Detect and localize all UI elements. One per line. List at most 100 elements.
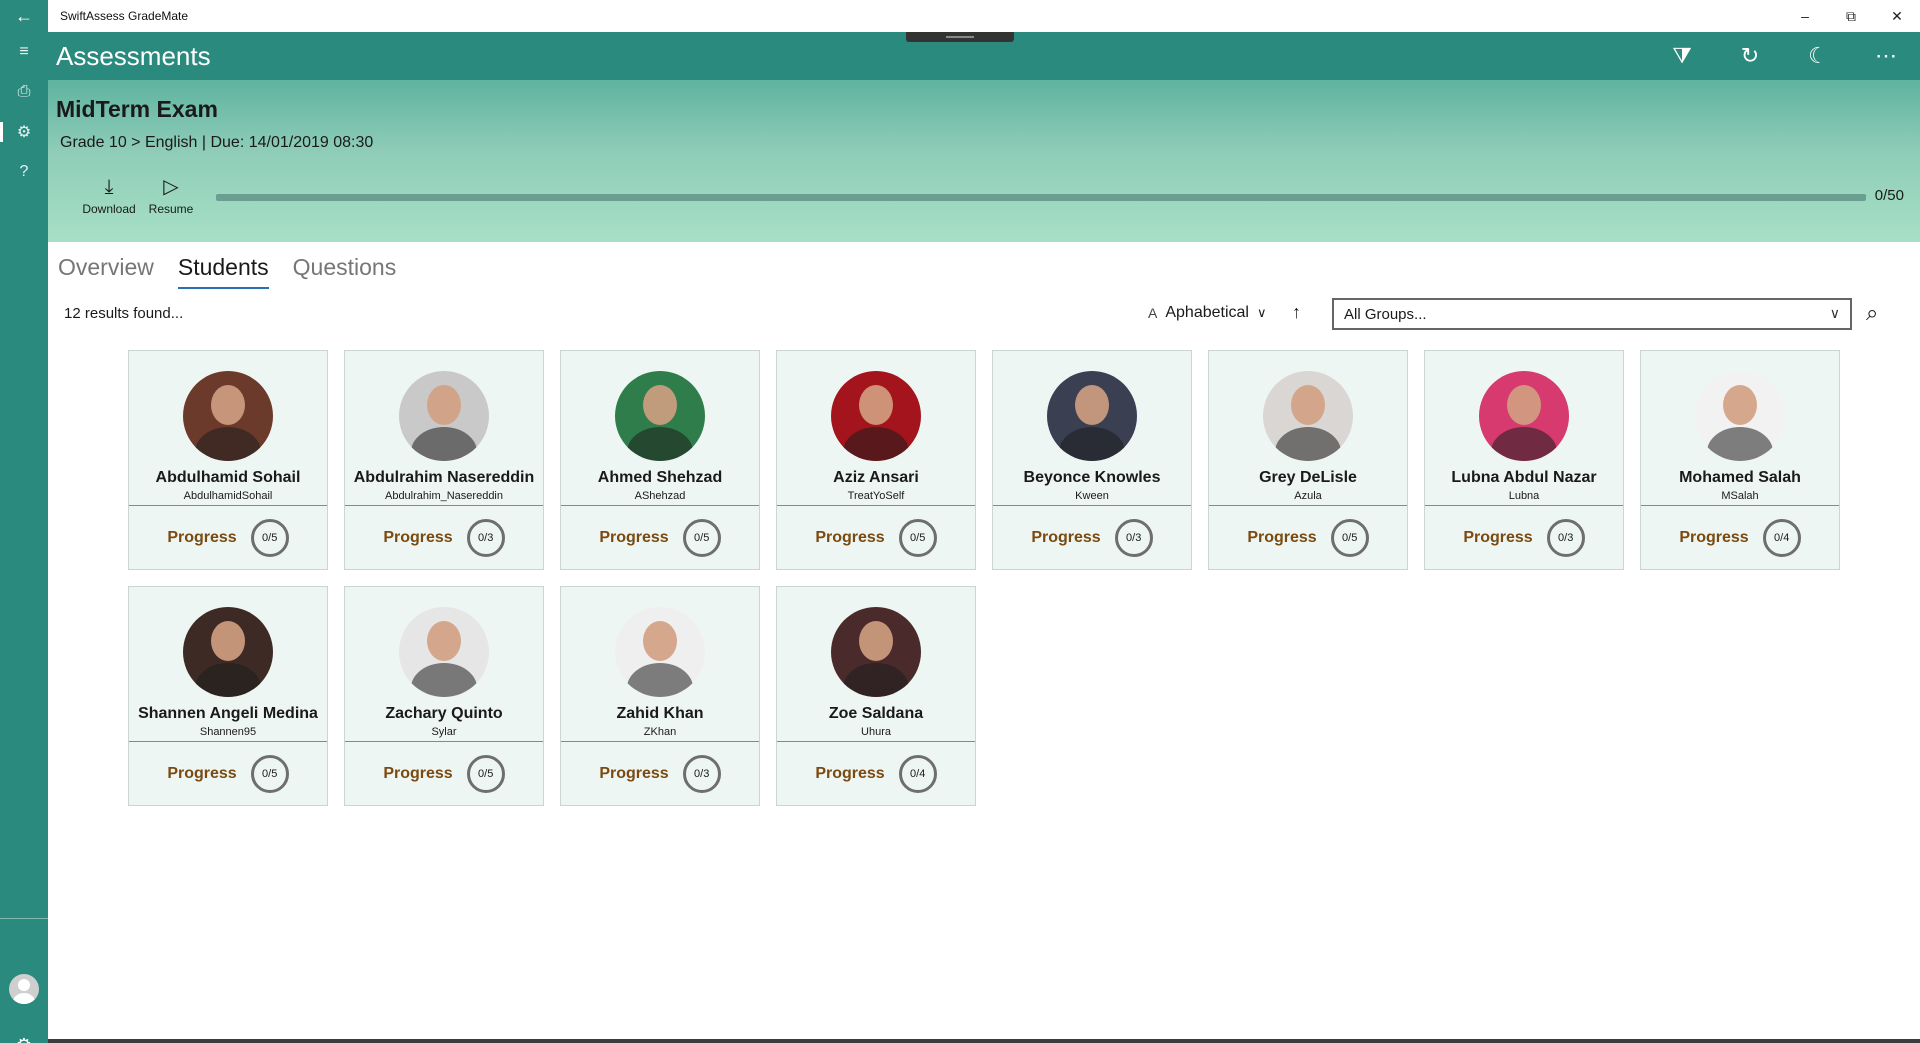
assessment-meta: Grade 10 > English | Due: 14/01/2019 08:… bbox=[60, 134, 374, 151]
student-progress: Progress 0/3 bbox=[345, 506, 543, 569]
progress-label: Progress bbox=[383, 528, 453, 546]
student-username: MSalah bbox=[1721, 490, 1759, 502]
back-button[interactable]: ← bbox=[0, 0, 48, 32]
student-card[interactable]: Aziz Ansari TreatYoSelf Progress 0/5 bbox=[776, 350, 976, 570]
progress-ring: 0/4 bbox=[1762, 518, 1801, 557]
window-title: SwiftAssess GradeMate bbox=[60, 9, 189, 23]
progress-label: Progress bbox=[167, 528, 237, 546]
theme-button[interactable]: ☾ bbox=[1784, 32, 1852, 80]
nav-help[interactable]: ? bbox=[0, 152, 48, 192]
results-count: 12 results found... bbox=[64, 305, 184, 322]
student-progress: Progress 0/5 bbox=[345, 742, 543, 805]
app-header: Assessments ⧩ ↻ ☾ ⋯ bbox=[48, 32, 1920, 80]
progress-label: Progress bbox=[167, 764, 237, 782]
student-username: Sylar bbox=[431, 726, 457, 738]
progress-ring: 0/5 bbox=[250, 518, 289, 557]
minimize-button[interactable]: – bbox=[1782, 0, 1828, 32]
tab-overview[interactable]: Overview bbox=[58, 254, 154, 289]
progress-label: Progress bbox=[815, 764, 885, 782]
student-progress: Progress 0/5 bbox=[561, 506, 759, 569]
hamburger-icon: ≡ bbox=[19, 43, 29, 60]
student-card[interactable]: Abdulhamid Sohail AbdulhamidSohail Progr… bbox=[128, 350, 328, 570]
progress-ring: 0/3 bbox=[682, 754, 721, 793]
resume-button[interactable]: ▷ Resume bbox=[136, 174, 206, 224]
student-username: Shannen95 bbox=[199, 726, 257, 738]
assessments-icon: ⚙ bbox=[16, 124, 32, 141]
nav-rail: ≡ ⎙ ⚙ ? ⚙ bbox=[0, 32, 48, 1043]
student-card[interactable]: Zachary Quinto Sylar Progress 0/5 bbox=[344, 586, 544, 806]
student-avatar bbox=[183, 371, 273, 461]
student-name: Zoe Saldana bbox=[828, 705, 924, 722]
refresh-button[interactable]: ↻ bbox=[1716, 32, 1784, 80]
student-username: Kween bbox=[1075, 490, 1109, 502]
more-icon: ⋯ bbox=[1875, 43, 1897, 68]
sort-label: Aphabetical bbox=[1165, 304, 1249, 321]
progress-ring: 0/5 bbox=[682, 518, 721, 557]
student-card[interactable]: Abdulrahim Nasereddin Abdulrahim_Nasered… bbox=[344, 350, 544, 570]
more-button[interactable]: ⋯ bbox=[1852, 32, 1920, 80]
student-card-header: Mohamed Salah MSalah bbox=[1641, 351, 1839, 506]
play-icon: ▷ bbox=[163, 176, 179, 198]
download-button[interactable]: ⤓ Download bbox=[74, 174, 144, 224]
student-card[interactable]: Ahmed Shehzad AShehzad Progress 0/5 bbox=[560, 350, 760, 570]
nav-assessments[interactable]: ⚙ bbox=[0, 112, 48, 152]
student-name: Zahid Khan bbox=[616, 705, 704, 722]
tab-students[interactable]: Students bbox=[177, 254, 269, 289]
student-card[interactable]: Mohamed Salah MSalah Progress 0/4 bbox=[1640, 350, 1840, 570]
student-username: AShehzad bbox=[634, 490, 686, 502]
progress-ring: 0/3 bbox=[1546, 518, 1585, 557]
progress-label: Progress bbox=[1463, 528, 1533, 546]
student-name: Ahmed Shehzad bbox=[597, 469, 723, 486]
student-progress: Progress 0/3 bbox=[993, 506, 1191, 569]
close-button[interactable]: ✕ bbox=[1874, 0, 1920, 32]
student-card[interactable]: Shannen Angeli Medina Shannen95 Progress… bbox=[128, 586, 328, 806]
title-bar: ← SwiftAssess GradeMate – ⧉ ✕ bbox=[0, 0, 1920, 32]
progress-label: Progress bbox=[1031, 528, 1101, 546]
student-progress: Progress 0/5 bbox=[777, 506, 975, 569]
student-card[interactable]: Grey DeLisle Azula Progress 0/5 bbox=[1208, 350, 1408, 570]
student-avatar bbox=[1263, 371, 1353, 461]
student-card-header: Lubna Abdul Nazar Lubna bbox=[1425, 351, 1623, 506]
student-card-header: Zahid Khan ZKhan bbox=[561, 587, 759, 742]
progress-ring: 0/5 bbox=[250, 754, 289, 793]
student-card[interactable]: Zahid Khan ZKhan Progress 0/3 bbox=[560, 586, 760, 806]
student-name: Beyonce Knowles bbox=[1023, 469, 1161, 486]
student-card-header: Ahmed Shehzad AShehzad bbox=[561, 351, 759, 506]
student-card[interactable]: Zoe Saldana Uhura Progress 0/4 bbox=[776, 586, 976, 806]
search-button[interactable]: ⌕ bbox=[1866, 300, 1878, 326]
chevron-down-icon: ∨ bbox=[1829, 305, 1840, 321]
restore-button[interactable]: ⧉ bbox=[1828, 0, 1874, 32]
settings-button[interactable]: ⚙ bbox=[0, 1025, 48, 1043]
student-card-header: Abdulrahim Nasereddin Abdulrahim_Nasered… bbox=[345, 351, 543, 506]
sort-alpha-icon: A bbox=[1148, 305, 1158, 321]
student-progress: Progress 0/4 bbox=[777, 742, 975, 805]
tab-questions[interactable]: Questions bbox=[293, 254, 397, 289]
search-icon: ⌕ bbox=[1866, 300, 1879, 325]
progress-label: Progress bbox=[383, 764, 453, 782]
sort-dropdown[interactable]: A Aphabetical ∨ bbox=[1148, 304, 1266, 322]
student-card-header: Abdulhamid Sohail AbdulhamidSohail bbox=[129, 351, 327, 506]
student-avatar bbox=[399, 371, 489, 461]
header-actions: ⧩ ↻ ☾ ⋯ bbox=[1648, 32, 1920, 80]
filter-button[interactable]: ⧩ bbox=[1648, 32, 1716, 80]
progress-ring: 0/5 bbox=[1330, 518, 1369, 557]
student-grid: Abdulhamid Sohail AbdulhamidSohail Progr… bbox=[128, 350, 1848, 806]
student-avatar bbox=[615, 607, 705, 697]
groups-select[interactable]: All Groups... ∨ bbox=[1332, 298, 1852, 330]
drag-handle[interactable] bbox=[906, 32, 1014, 42]
student-progress: Progress 0/5 bbox=[1209, 506, 1407, 569]
help-icon: ? bbox=[19, 163, 29, 180]
user-avatar[interactable] bbox=[9, 974, 39, 1004]
student-username: ZKhan bbox=[643, 726, 677, 738]
student-card[interactable]: Beyonce Knowles Kween Progress 0/3 bbox=[992, 350, 1192, 570]
progress-label: Progress bbox=[599, 764, 669, 782]
student-progress: Progress 0/5 bbox=[129, 742, 327, 805]
student-card[interactable]: Lubna Abdul Nazar Lubna Progress 0/3 bbox=[1424, 350, 1624, 570]
progress-label: Progress bbox=[815, 528, 885, 546]
page-title: Assessments bbox=[56, 40, 211, 71]
hamburger-menu-button[interactable]: ≡ bbox=[0, 32, 48, 72]
nav-documents[interactable]: ⎙ bbox=[0, 72, 48, 112]
progress-label: Progress bbox=[1679, 528, 1749, 546]
sort-direction-button[interactable]: ↑ bbox=[1292, 302, 1301, 323]
download-icon: ⤓ bbox=[104, 176, 114, 198]
